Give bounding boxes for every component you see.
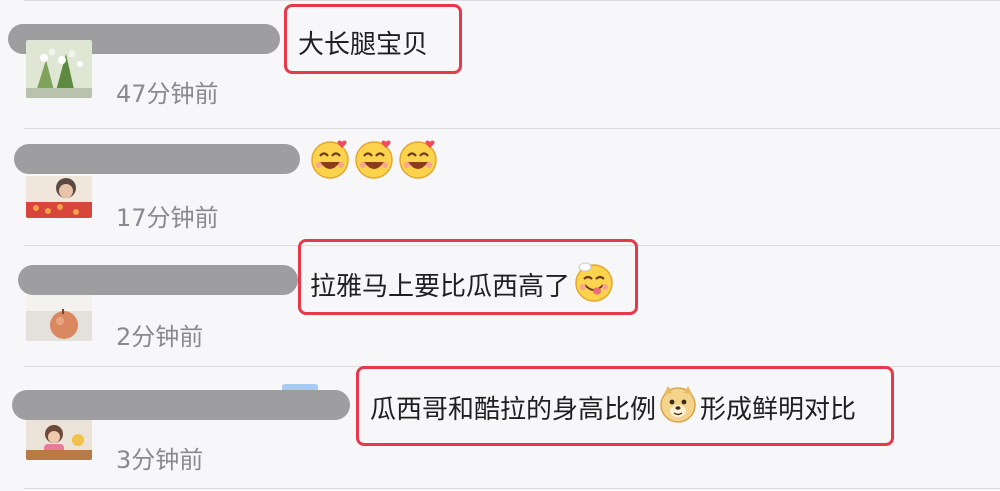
avatar[interactable] [26,176,92,218]
timestamp: 2分钟前 [116,323,204,351]
doge-emoji [658,384,698,431]
comment-text-row: 拉雅马上要比瓜西高了 [310,259,616,310]
redacted-username[interactable] [14,144,300,174]
tongue-smile-emoji [572,259,616,310]
timestamp: 3分钟前 [116,446,204,474]
comment-text: 拉雅马上要比瓜西高了 [310,272,571,302]
redacted-username[interactable] [18,265,298,295]
avatar[interactable] [26,40,92,98]
comment-text: 大长腿宝贝 [298,30,429,60]
avatar[interactable] [26,420,92,460]
redacted-username[interactable] [12,390,350,420]
comment-text: 瓜西哥和酷拉的身高比例 [370,395,657,425]
comment-text-row: 瓜西哥和酷拉的身高比例 形成鲜明对比 [370,384,856,431]
comment-item[interactable]: 47分钟前 大长腿宝贝 [0,0,1000,128]
comment-emoji-row [308,136,440,187]
timestamp: 17分钟前 [116,204,219,232]
timestamp: 47分钟前 [116,80,219,108]
comment-item[interactable]: 2分钟前 拉雅马上要比瓜西高了 [0,239,1000,366]
laugh-heart-emoji [352,136,396,187]
comment-item[interactable]: 3分钟前 瓜西哥和酷拉的身高比例 形成鲜明对比 [0,366,1000,488]
comment-text: 形成鲜明对比 [700,395,857,425]
comment-item[interactable]: 17分钟前 [0,128,1000,245]
avatar[interactable] [26,295,92,341]
laugh-heart-emoji [308,136,352,187]
laugh-heart-emoji [396,136,440,187]
divider [24,488,1000,489]
